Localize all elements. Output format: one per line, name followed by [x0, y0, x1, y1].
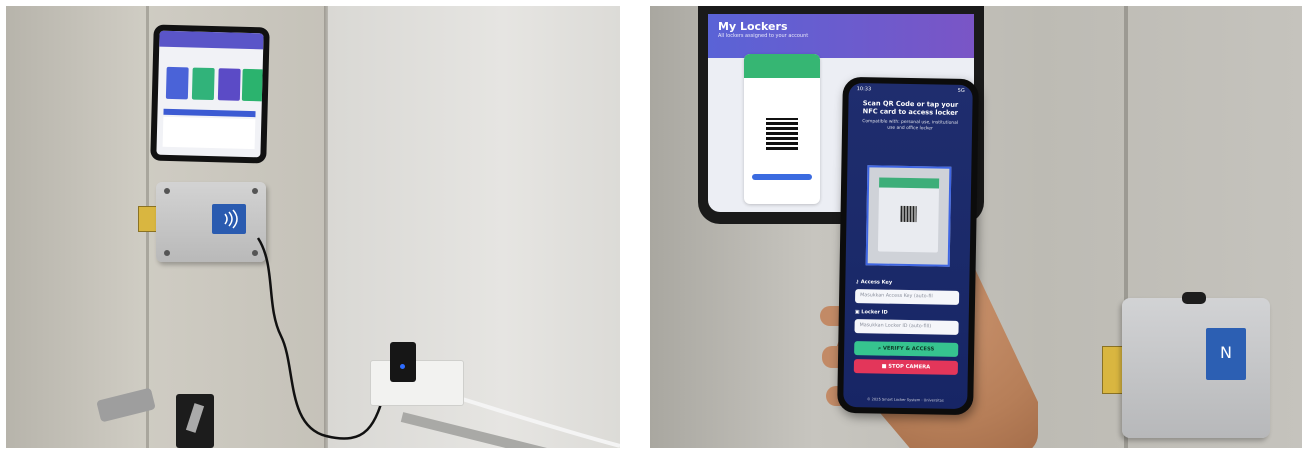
locker-id-input[interactable]: Masukkan Locker ID (auto-fill): [854, 319, 959, 335]
status-bar: 10:33 5G: [849, 83, 973, 94]
handle-lever: [185, 403, 205, 433]
status-network: 5G: [957, 87, 965, 94]
tablet-header: My Lockers All lockers assigned to your …: [708, 14, 974, 58]
stop-icon: ■: [881, 363, 887, 370]
smartphone: 10:33 5G Scan QR Code or tap your NFC ca…: [837, 76, 979, 416]
locker-card: [744, 54, 820, 204]
preview-card-header: [879, 177, 940, 189]
status-time: 10:33: [856, 86, 872, 93]
power-adapter: [390, 342, 416, 382]
access-key-input[interactable]: Masukkan Access Key (auto-fil: [854, 289, 960, 305]
locker-icon: ▣: [854, 309, 860, 316]
left-photo: [6, 6, 620, 448]
power-socket: [370, 360, 464, 406]
stop-camera-button[interactable]: ■ STOP CAMERA: [853, 359, 959, 375]
key-icon: ⚷: [855, 279, 860, 286]
door-handle: [176, 394, 214, 448]
power-cable: [256, 237, 620, 448]
tablet-title: My Lockers: [718, 20, 788, 33]
phone-screen: 10:33 5G Scan QR Code or tap your NFC ca…: [843, 82, 973, 410]
locker-id-label: ▣ Locker ID: [854, 309, 888, 316]
svg-text:N: N: [1220, 343, 1232, 362]
card-button: [752, 174, 812, 180]
qr-code: [766, 118, 798, 150]
access-key-label: ⚷ Access Key: [855, 279, 893, 286]
locker-card-header: [744, 54, 820, 78]
nfc-reader-box: N: [1122, 292, 1270, 438]
footer: © 2025 Smart Locker System · Universitas: [866, 397, 944, 403]
camera-preview: [877, 177, 940, 253]
scan-title: Scan QR Code or tap your NFC card to acc…: [862, 99, 959, 117]
verify-access-button[interactable]: ⌕ VERIFY & ACCESS: [854, 341, 959, 357]
camera-viewfinder[interactable]: [865, 165, 952, 267]
antenna-knob: [1182, 292, 1206, 304]
right-photo: My Lockers All lockers assigned to your …: [650, 6, 1302, 448]
scan-subtitle: Compatible with: personal use, instituti…: [862, 118, 959, 131]
search-icon: ⌕: [878, 345, 882, 352]
nfc-icon: N: [1206, 328, 1246, 380]
status-led: [400, 364, 405, 369]
tablet-subtitle: All lockers assigned to your account: [718, 33, 809, 39]
qr-code: [900, 205, 917, 223]
